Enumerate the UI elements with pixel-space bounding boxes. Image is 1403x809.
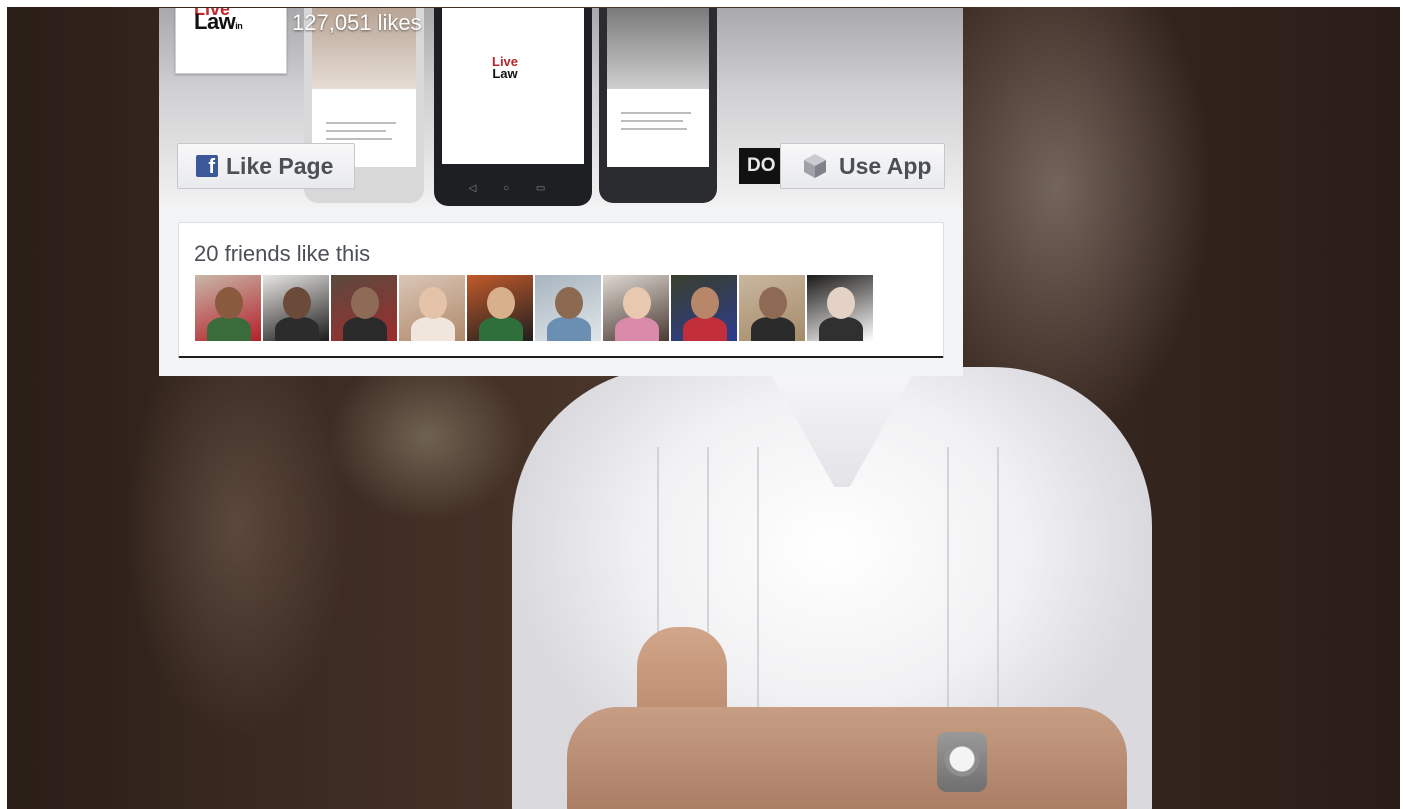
facebook-icon: f — [196, 155, 218, 177]
shirt-pleat — [997, 447, 999, 747]
use-app-button[interactable]: Use App — [780, 143, 945, 189]
logo-image: Live Law — [492, 54, 519, 81]
use-app-label: Use App — [839, 152, 932, 179]
friend-avatar[interactable] — [739, 275, 805, 341]
shirt-pleat — [757, 447, 759, 747]
shirt-pleat — [947, 447, 949, 747]
friend-avatar[interactable] — [195, 275, 261, 341]
person-arm — [567, 707, 1127, 809]
friend-avatar[interactable] — [263, 275, 329, 341]
page-likes-count: 127,051 likes — [292, 10, 422, 35]
friend-avatar[interactable] — [671, 275, 737, 341]
like-page-button[interactable]: f Like Page — [177, 143, 355, 189]
logo-text: Lawin — [194, 9, 243, 34]
friend-avatar[interactable] — [331, 275, 397, 341]
friend-avatar[interactable] — [807, 275, 873, 341]
phone-image — [599, 8, 717, 203]
facebook-page-widget: Live Law ◁ ○ ▭ Live Lawin 127,051 likes D… — [159, 8, 963, 376]
friend-avatars — [195, 275, 873, 341]
friends-like-summary: 20 friends like this — [194, 241, 371, 266]
friend-avatar[interactable] — [535, 275, 601, 341]
friend-avatar[interactable] — [399, 275, 465, 341]
friend-avatar[interactable] — [467, 275, 533, 341]
app-box-icon — [804, 154, 826, 178]
friends-like-card: 20 friends like this — [178, 222, 944, 358]
phone-image: Live Law ◁ ○ ▭ — [434, 8, 592, 206]
page-logo[interactable]: Live Lawin — [175, 8, 287, 74]
like-page-label: Like Page — [226, 152, 334, 179]
page-cover[interactable]: Live Law ◁ ○ ▭ Live Lawin 127,051 likes D… — [159, 8, 963, 207]
watch-image — [937, 732, 987, 792]
friend-avatar[interactable] — [603, 275, 669, 341]
